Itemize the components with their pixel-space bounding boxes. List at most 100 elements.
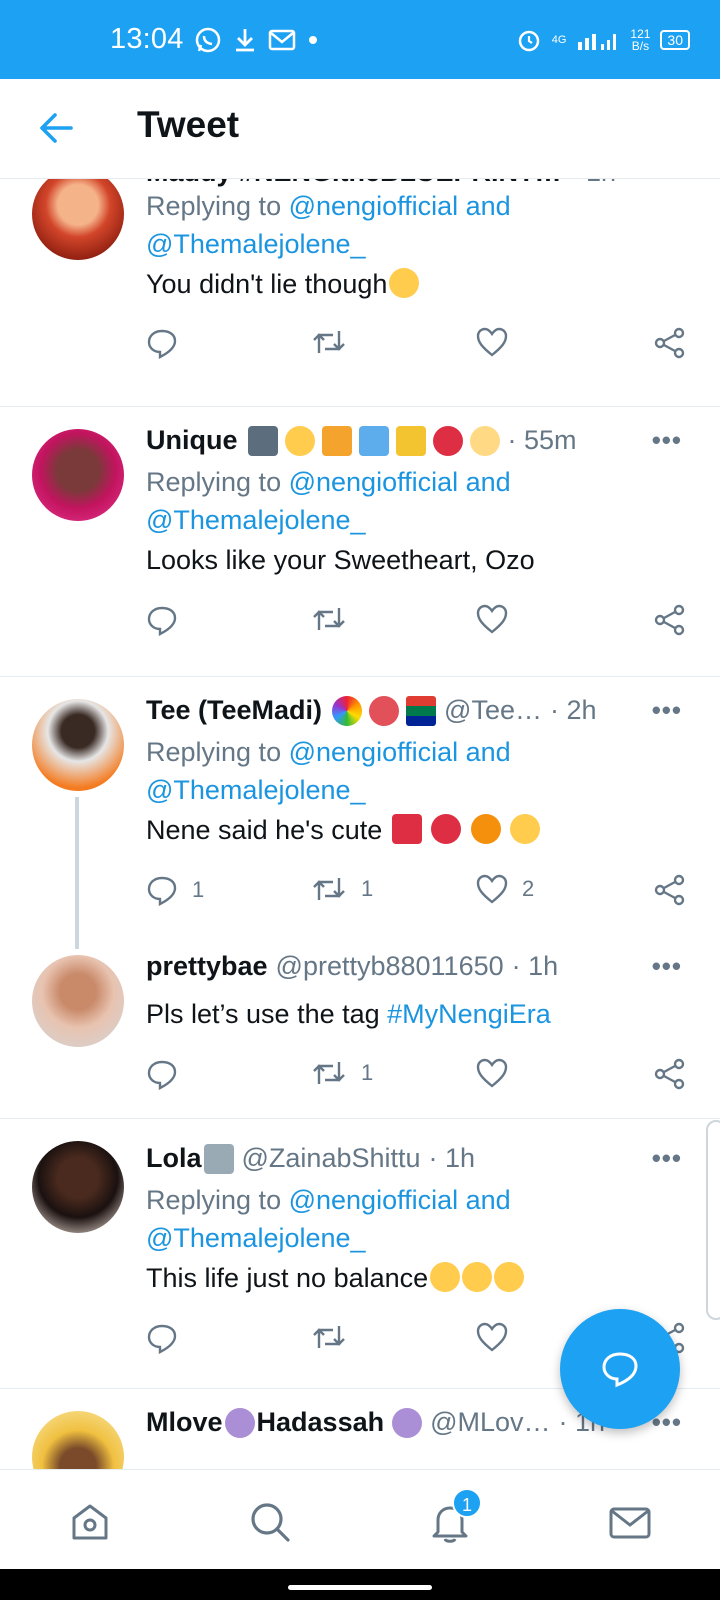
reply-icon: [147, 329, 177, 359]
mention-link[interactable]: @Themalejolene_: [146, 229, 366, 259]
tweet-item[interactable]: prettybae @prettyb88011650 · 1h ••• Pls …: [0, 939, 720, 1119]
dot-icon: [308, 35, 317, 44]
tweet-author-name[interactable]: Mlove: [146, 1407, 223, 1438]
tweet-actions: [146, 327, 686, 363]
mention-link[interactable]: @nengiofficial and: [289, 737, 511, 767]
tweet-author-name[interactable]: Tee (TeeMadi): [146, 695, 322, 726]
like-button[interactable]: [476, 1058, 522, 1088]
reply-feed[interactable]: Maddy #NENGItheBLUEPRINT… · 1h ••• Reply…: [0, 179, 720, 1469]
tweet-time: · 1h: [570, 179, 617, 188]
more-options-icon[interactable]: •••: [652, 695, 682, 726]
mention-link[interactable]: @Themalejolene_: [146, 1223, 366, 1253]
like-count: 2: [522, 876, 535, 901]
avatar[interactable]: [32, 179, 124, 260]
reply-button[interactable]: [146, 604, 192, 636]
tweet-item[interactable]: Maddy #NENGItheBLUEPRINT… · 1h ••• Reply…: [0, 179, 720, 407]
network-label: 4G: [551, 33, 567, 46]
compose-reply-button[interactable]: [560, 1309, 680, 1429]
mention-link[interactable]: @nengiofficial and: [289, 191, 511, 221]
avatar[interactable]: [32, 1141, 124, 1233]
eagle-emoji: [247, 425, 278, 456]
edge-panel-handle[interactable]: [706, 1120, 720, 1320]
tweet-time: · 1h: [428, 1143, 476, 1173]
share-button[interactable]: [654, 327, 686, 359]
tweet-handle[interactable]: @Tee…: [444, 695, 542, 726]
share-button[interactable]: [654, 604, 686, 636]
heart-icon: [476, 1322, 508, 1352]
retweet-button[interactable]: [311, 604, 361, 634]
search-icon[interactable]: [248, 1500, 292, 1544]
status-time: 13:04: [110, 23, 184, 55]
replying-to: Replying to @nengiofficial and @Themalej…: [146, 467, 511, 535]
replying-to: Replying to @nengiofficial and @Themalej…: [146, 1185, 511, 1253]
avatar[interactable]: [32, 955, 124, 1047]
tweet-author-name[interactable]: Unique: [146, 425, 238, 456]
reply-icon: [147, 1060, 177, 1090]
reply-button[interactable]: [146, 1322, 192, 1354]
share-button[interactable]: [654, 874, 686, 906]
tongue-emoji: [369, 695, 400, 726]
sneezing-face-emoji: [389, 268, 420, 298]
thread-connector: [75, 797, 79, 949]
status-bar: 13:04 4G 121 B/s 30: [0, 0, 720, 79]
south-africa-flag-emoji: [406, 695, 437, 726]
mention-link[interactable]: @Themalejolene_: [146, 775, 366, 805]
replying-to: Replying to @nengiofficial and @Themalej…: [146, 191, 511, 259]
name-emojis: [330, 695, 437, 726]
bottom-navigation: [0, 1469, 720, 1569]
reply-button[interactable]: 1: [146, 874, 204, 906]
tweet-text: This life just no balance: [146, 1259, 525, 1297]
dagger-emoji: [203, 1143, 234, 1174]
avatar[interactable]: [32, 1411, 124, 1469]
like-button[interactable]: 2: [476, 874, 534, 904]
loudly-crying-emoji: [430, 1262, 461, 1292]
retweet-button[interactable]: 1: [311, 874, 373, 904]
reply-icon: [147, 876, 177, 906]
tweet-item[interactable]: Unique · 55m ••• Replying to @nengioffic…: [0, 407, 720, 677]
tweet-author-name-2[interactable]: Hadassah: [257, 1407, 385, 1438]
home-icon[interactable]: [68, 1500, 112, 1544]
mention-link[interactable]: @Themalejolene_: [146, 505, 366, 535]
tweet-handle[interactable]: @ZainabShittu: [242, 1143, 421, 1174]
like-button[interactable]: [476, 327, 522, 357]
red-heart-emoji: [431, 814, 462, 844]
avatar[interactable]: [32, 699, 124, 791]
more-options-icon[interactable]: •••: [652, 179, 682, 188]
more-options-icon[interactable]: •••: [652, 1143, 682, 1174]
tweet-text: Pls let’s use the tag #MyNengiEra: [146, 999, 551, 1029]
messages-mail-icon[interactable]: [608, 1500, 652, 1544]
retweet-icon: [313, 878, 345, 900]
heart-icon: [476, 1058, 508, 1088]
retweet-button[interactable]: [311, 327, 361, 357]
alarm-icon: [518, 30, 539, 51]
light-bulb-emoji: [469, 425, 500, 456]
tweet-handle[interactable]: @MLov…: [430, 1407, 550, 1438]
retweet-button[interactable]: 1: [311, 1058, 373, 1088]
mention-link[interactable]: @nengiofficial and: [289, 467, 511, 497]
back-arrow-icon[interactable]: [38, 111, 74, 145]
tweet-handle[interactable]: @prettyb88011650: [276, 951, 504, 982]
retweet-icon: [313, 608, 345, 630]
more-options-icon[interactable]: •••: [652, 951, 682, 982]
trident-emoji: [395, 425, 426, 456]
more-options-icon[interactable]: •••: [652, 425, 682, 456]
avatar[interactable]: [32, 429, 124, 521]
tweet-actions: [146, 604, 686, 640]
tweet-author-name[interactable]: prettybae: [146, 951, 268, 982]
tweet-item[interactable]: Tee (TeeMadi) @Tee… · 2h ••• Replying to…: [0, 677, 720, 949]
like-button[interactable]: [476, 604, 522, 634]
gmail-icon: [268, 29, 295, 50]
fire-emoji: [470, 814, 501, 844]
tweet-author-name[interactable]: Lola: [146, 1143, 202, 1174]
home-gesture-bar[interactable]: [288, 1585, 432, 1590]
sneezing-face-emoji: [494, 1262, 525, 1292]
retweet-icon: [313, 1062, 345, 1084]
share-button[interactable]: [654, 1058, 686, 1090]
reply-button[interactable]: [146, 327, 192, 359]
retweet-button[interactable]: [311, 1322, 361, 1352]
hashtag-link[interactable]: #MyNengiEra: [387, 999, 551, 1029]
like-button[interactable]: [476, 1322, 522, 1352]
purple-heart-emoji: [224, 1407, 255, 1438]
reply-button[interactable]: [146, 1058, 192, 1090]
mention-link[interactable]: @nengiofficial and: [289, 1185, 511, 1215]
